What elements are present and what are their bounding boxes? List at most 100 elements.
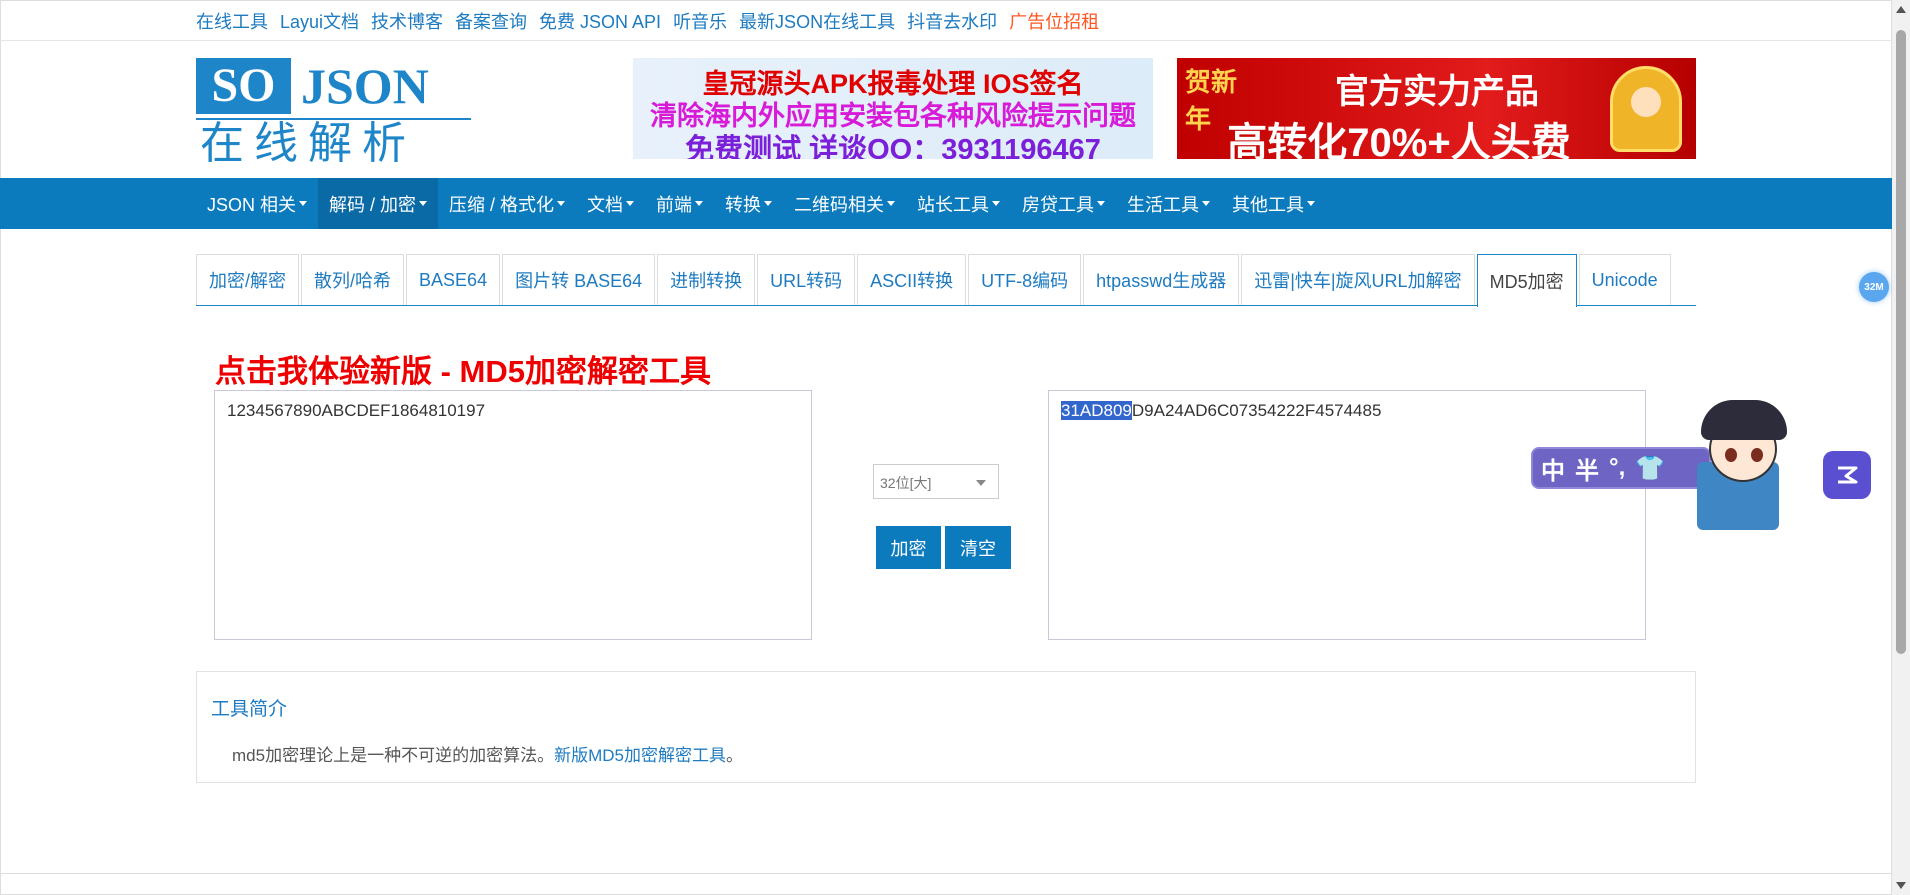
md5-input-textarea[interactable]: 1234567890ABCDEF1864810197 xyxy=(214,390,812,640)
nav-convert[interactable]: 转换 xyxy=(714,178,783,229)
nav-qrcode[interactable]: 二维码相关 xyxy=(783,178,906,229)
top-link-ad-space[interactable]: 广告位招租 xyxy=(1009,8,1099,34)
caret-down-icon xyxy=(887,201,896,206)
tab-image-base64[interactable]: 图片转 BASE64 xyxy=(502,254,656,305)
intro-title: 工具简介 xyxy=(211,699,288,720)
sojson-logo[interactable]: SO JSON 在线解析 xyxy=(196,58,471,169)
mascot-eye-right xyxy=(1751,448,1763,462)
ime-punctuation-icon[interactable]: °, xyxy=(1609,454,1625,482)
nav-docs-label: 文档 xyxy=(587,194,624,215)
nav-qrcode-label: 二维码相关 xyxy=(794,194,885,215)
nav-compress-format-label: 压缩 / 格式化 xyxy=(449,194,555,215)
nav-convert-label: 转换 xyxy=(725,194,762,215)
tab-unicode[interactable]: Unicode xyxy=(1578,254,1671,305)
nav-compress-format[interactable]: 压缩 / 格式化 xyxy=(438,178,576,229)
fortune-god-icon xyxy=(1610,66,1682,152)
nav-life[interactable]: 生活工具 xyxy=(1116,178,1221,229)
new-version-link[interactable]: 点击我体验新版 - MD5加密解密工具 xyxy=(215,346,711,391)
caret-down-icon xyxy=(1307,201,1316,206)
nav-life-label: 生活工具 xyxy=(1127,194,1200,215)
vertical-scrollbar[interactable] xyxy=(1892,0,1910,895)
top-link-free-json-api[interactable]: 免费 JSON API xyxy=(539,8,661,34)
tab-utf8[interactable]: UTF-8编码 xyxy=(968,254,1082,305)
nav-webmaster[interactable]: 站长工具 xyxy=(906,178,1011,229)
nav-other-label: 其他工具 xyxy=(1232,194,1305,215)
bit-mode-value: 32位[大] xyxy=(880,475,932,491)
top-link-icp-lookup[interactable]: 备案查询 xyxy=(455,8,527,34)
scrollbar-thumb[interactable] xyxy=(1896,30,1906,654)
nav-webmaster-label: 站长工具 xyxy=(917,194,990,215)
ime-toolbar[interactable]: 中 半 °, 👕 xyxy=(1531,447,1711,489)
ime-mascot-icon[interactable] xyxy=(1697,400,1797,531)
assistant-logo-icon xyxy=(1838,466,1858,484)
intro-desc-text: md5加密理论上是一种不可逆的加密算法。 xyxy=(232,746,555,765)
encrypt-button[interactable]: 加密 xyxy=(876,526,941,569)
caret-down-icon xyxy=(419,201,428,206)
ad-apk-line3: 免费测试 详谈QQ：3931196467 xyxy=(685,134,1101,159)
caret-down-icon xyxy=(626,201,635,206)
mascot-hair xyxy=(1701,400,1787,440)
logo-subtitle: 在线解析 xyxy=(200,118,416,169)
caret-down-icon xyxy=(1202,201,1211,206)
nav-json-label: JSON 相关 xyxy=(207,194,297,215)
nav-decode-encrypt[interactable]: 解码 / 加密 xyxy=(318,178,439,229)
input-text: 1234567890ABCDEF1864810197 xyxy=(227,401,486,420)
top-link-douyin-watermark[interactable]: 抖音去水印 xyxy=(907,8,997,34)
intro-desc: md5加密理论上是一种不可逆的加密算法。新版MD5加密解密工具。 xyxy=(232,741,743,766)
output-text: D9A24AD6C07354222F4574485 xyxy=(1131,401,1382,420)
tool-tabs: 加密/解密 散列/哈希 BASE64 图片转 BASE64 进制转换 URL转码… xyxy=(196,254,1696,307)
assistant-app-icon[interactable] xyxy=(1823,451,1871,499)
scroll-down-icon[interactable] xyxy=(1896,882,1906,889)
nav-mortgage[interactable]: 房贷工具 xyxy=(1011,178,1116,229)
tab-url-encode[interactable]: URL转码 xyxy=(757,254,856,305)
top-divider xyxy=(0,40,1892,41)
ime-halfwidth-icon[interactable]: 半 xyxy=(1575,451,1599,486)
caret-down-icon xyxy=(557,201,566,206)
chevron-down-icon xyxy=(976,480,986,486)
ad-newyear-line1: 官方实力产品 xyxy=(1335,73,1539,111)
ad-newyear-badge: 贺新年 xyxy=(1185,68,1238,135)
ime-chinese-icon[interactable]: 中 xyxy=(1541,451,1565,486)
caret-down-icon xyxy=(764,201,773,206)
intro-new-version-link[interactable]: 新版MD5加密解密工具 xyxy=(554,746,726,765)
nav-frontend[interactable]: 前端 xyxy=(645,178,714,229)
nav-frontend-label: 前端 xyxy=(656,194,693,215)
tab-hash[interactable]: 散列/哈希 xyxy=(301,254,405,305)
bit-mode-select[interactable]: 32位[大] xyxy=(873,464,999,499)
tab-htpasswd[interactable]: htpasswd生成器 xyxy=(1083,254,1240,305)
nav-other[interactable]: 其他工具 xyxy=(1221,178,1326,229)
tab-md5[interactable]: MD5加密 xyxy=(1476,254,1577,307)
top-link-layui-docs[interactable]: Layui文档 xyxy=(280,8,359,34)
caret-down-icon xyxy=(299,201,308,206)
clear-button[interactable]: 清空 xyxy=(945,526,1011,569)
nav-json[interactable]: JSON 相关 xyxy=(196,178,318,229)
logo-json: JSON xyxy=(301,58,429,114)
tab-ascii[interactable]: ASCII转换 xyxy=(857,254,967,305)
memory-badge[interactable]: 32M xyxy=(1859,272,1889,302)
nav-mortgage-label: 房贷工具 xyxy=(1022,194,1095,215)
ime-skin-icon[interactable]: 👕 xyxy=(1635,454,1665,483)
banner-ad-newyear[interactable]: 贺新年 官方实力产品 高转化70%+人头费 xyxy=(1177,58,1696,159)
output-selected-text: 31AD809 xyxy=(1061,401,1132,420)
tab-radix[interactable]: 进制转换 xyxy=(657,254,756,305)
top-link-online-tools[interactable]: 在线工具 xyxy=(196,8,268,34)
top-link-new-json-tools[interactable]: 最新JSON在线工具 xyxy=(739,8,895,34)
scroll-up-icon[interactable] xyxy=(1896,6,1906,13)
bottom-divider xyxy=(0,873,1892,874)
tab-thunder-url[interactable]: 迅雷|快车|旋风URL加解密 xyxy=(1241,254,1475,305)
top-link-music[interactable]: 听音乐 xyxy=(673,8,727,34)
top-link-tech-blog[interactable]: 技术博客 xyxy=(371,8,443,34)
logo-so: SO xyxy=(196,58,291,114)
caret-down-icon xyxy=(992,201,1001,206)
ad-newyear-line2: 高转化70%+人头费 xyxy=(1227,121,1571,159)
main-navbar: JSON 相关 解码 / 加密 压缩 / 格式化 文档 前端 转换 二维码相关 … xyxy=(0,178,1892,229)
banner-ad-apk[interactable]: 皇冠源头APK报毒处理 IOS签名 清除海内外应用安装包各种风险提示问题 免费测… xyxy=(633,58,1153,159)
intro-desc-end: 。 xyxy=(725,746,743,765)
tab-base64[interactable]: BASE64 xyxy=(406,254,501,305)
tab-encrypt-decrypt[interactable]: 加密/解密 xyxy=(196,254,300,305)
mascot-eye-left xyxy=(1725,448,1737,462)
top-links: 在线工具 Layui文档 技术博客 备案查询 免费 JSON API 听音乐 最… xyxy=(196,6,1099,36)
caret-down-icon xyxy=(695,201,704,206)
md5-output-textarea[interactable]: 31AD809D9A24AD6C07354222F4574485 xyxy=(1048,390,1646,640)
nav-docs[interactable]: 文档 xyxy=(576,178,645,229)
